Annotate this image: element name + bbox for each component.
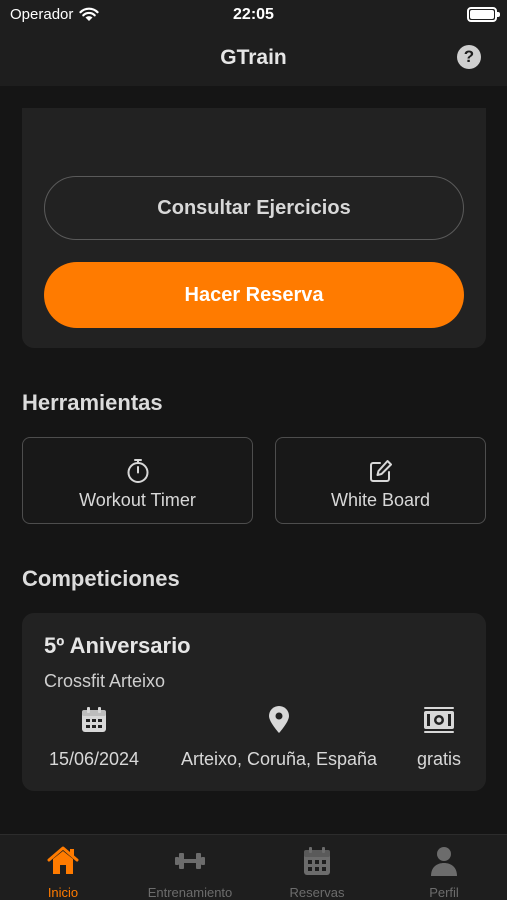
white-board-card[interactable]: White Board <box>275 437 486 524</box>
battery-icon <box>467 7 500 22</box>
competition-price: gratis <box>416 749 461 769</box>
calendar-icon <box>304 847 330 875</box>
status-bar: Operador 22:05 <box>0 0 507 30</box>
tab-inicio[interactable]: Inicio <box>0 835 126 900</box>
competition-location-block: Arteixo, Coruña, España <box>169 705 389 770</box>
edit-icon <box>369 460 392 482</box>
competition-date-block: 15/06/2024 <box>44 705 144 770</box>
help-button[interactable]: ? <box>457 45 481 69</box>
calendar-icon <box>82 707 106 732</box>
workout-timer-card[interactable]: Workout Timer <box>22 437 253 524</box>
competition-date: 15/06/2024 <box>48 749 140 769</box>
tab-entrenamiento[interactable]: Entrenamiento <box>127 835 253 900</box>
action-card: Consultar Ejercicios Hacer Reserva <box>22 108 486 348</box>
location-pin-icon <box>269 706 289 733</box>
consult-exercises-button[interactable]: Consultar Ejercicios <box>44 176 464 240</box>
workout-timer-label: Workout Timer <box>79 490 196 510</box>
tab-reservas-label: Reservas <box>289 885 345 900</box>
dumbbell-icon <box>175 853 205 869</box>
person-icon <box>431 847 457 876</box>
home-icon <box>47 846 79 874</box>
tab-perfil-label: Perfil <box>429 885 459 900</box>
competition-price-block: gratis <box>404 705 474 770</box>
tools-section-title: Herramientas <box>22 390 163 415</box>
tab-bar: Inicio Entrenamiento Reservas Perfil <box>0 834 507 900</box>
money-icon <box>424 707 454 733</box>
status-time: 22:05 <box>233 6 274 23</box>
competition-box: Crossfit Arteixo <box>44 671 166 691</box>
make-reservation-button[interactable]: Hacer Reserva <box>44 262 464 328</box>
tab-reservas[interactable]: Reservas <box>254 835 380 900</box>
nav-bar: GTrain ? <box>0 30 507 86</box>
stopwatch-icon <box>127 459 148 483</box>
tab-entrenamiento-label: Entrenamiento <box>147 885 233 900</box>
white-board-label: White Board <box>330 490 431 510</box>
tab-inicio-label: Inicio <box>47 885 79 900</box>
competition-card[interactable]: 5º Aniversario Crossfit Arteixo 15/06/20… <box>22 613 486 791</box>
tab-perfil[interactable]: Perfil <box>381 835 507 900</box>
competition-location: Arteixo, Coruña, España <box>180 749 378 769</box>
competitions-section-title: Competiciones <box>22 566 180 591</box>
app-title: GTrain <box>220 46 287 69</box>
competition-name: 5º Aniversario <box>44 633 191 658</box>
